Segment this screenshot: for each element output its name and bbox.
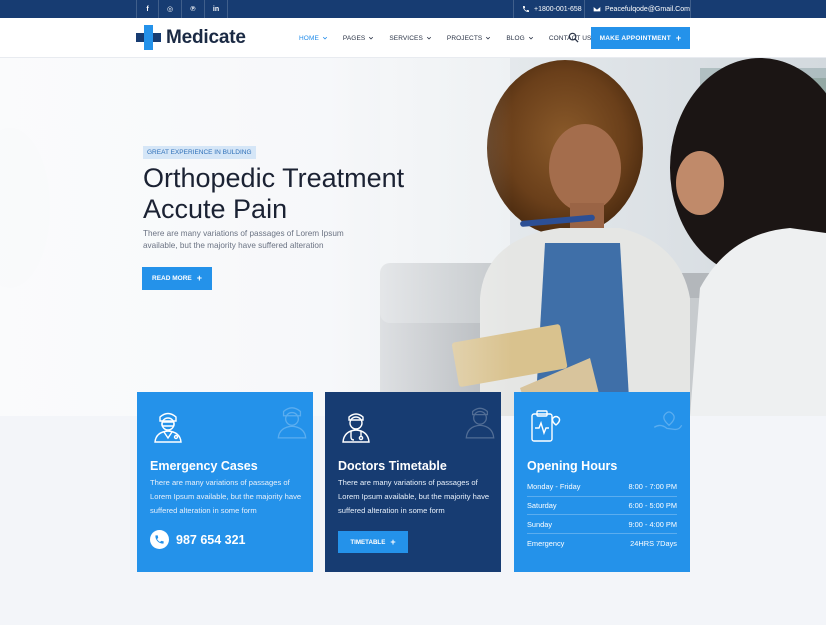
plus-icon: + (196, 273, 202, 283)
chevron-down-icon (486, 36, 491, 40)
chevron-down-icon (528, 36, 533, 40)
hours-day: Emergency (527, 538, 565, 548)
hours-day: Saturday (527, 501, 557, 511)
topbar-phone[interactable]: +1800-001-658 (522, 0, 582, 18)
hero-badge: GREAT EXPERIENCE IN BULDING (143, 146, 256, 159)
hero-title-line-1: Orthopedic Treatment (143, 163, 405, 193)
emergency-phone-number: 987 654 321 (176, 532, 246, 547)
emergency-card: Emergency Cases There are many variation… (137, 392, 313, 572)
topbar-email[interactable]: Peacefulqode@Gmail.Com (593, 0, 690, 18)
read-more-button[interactable]: READ MORE + (142, 267, 212, 290)
top-bar: f ◎ ℗ in +1800-001-658 Peacefulqode@Gmai… (0, 0, 826, 18)
hours-row: Emergency 24HRS 7Days (527, 534, 677, 553)
facebook-icon[interactable]: f (136, 0, 159, 18)
nav-item-label: PROJECTS (446, 34, 483, 42)
read-more-label: READ MORE (152, 275, 192, 282)
hours-day: Monday - Friday (527, 482, 581, 492)
hero-section: GREAT EXPERIENCE IN BULDING Orthopedic T… (0, 58, 826, 416)
topbar-email-text: Peacefulqode@Gmail.Com (605, 5, 690, 13)
opening-hours-card: Opening Hours Monday - Friday 8:00 - 7:0… (514, 392, 690, 572)
phone-icon (150, 530, 169, 549)
topbar-phone-text: +1800-001-658 (534, 5, 582, 13)
hero-title: Orthopedic Treatment Accute Pain (143, 163, 473, 225)
timetable-text: There are many variations of passages of… (338, 478, 490, 515)
main-nav: Medicate HOME PAGES SERVICES PROJECTS BL… (0, 18, 826, 58)
hours-time: 24HRS 7Days (630, 538, 677, 548)
opening-hours-title: Opening Hours (527, 459, 618, 473)
opening-hours-list: Monday - Friday 8:00 - 7:00 PM Saturday … (527, 478, 677, 553)
nav-item-projects[interactable]: PROJECTS (447, 35, 491, 42)
hours-time: 6:00 - 5:00 PM (628, 501, 677, 511)
heart-hand-ghost-icon (653, 411, 683, 431)
medical-clipboard-icon (531, 410, 561, 442)
instagram-icon[interactable]: ◎ (159, 0, 182, 18)
make-appointment-label: MAKE APPOINTMENT (599, 34, 671, 42)
doctor-icon (154, 412, 182, 443)
emergency-phone[interactable]: 987 654 321 (150, 530, 246, 549)
nav-item-label: PAGES (342, 34, 366, 42)
doctor-ghost-icon (277, 407, 307, 439)
hero-title-line-2: Accute Pain (143, 194, 288, 224)
plus-icon: + (390, 536, 396, 547)
nav-item-label: SERVICES (389, 34, 423, 42)
nav-item-services[interactable]: SERVICES (389, 35, 432, 42)
chevron-down-icon (322, 36, 327, 40)
nav-item-blog[interactable]: BLOG (506, 35, 533, 42)
emergency-title: Emergency Cases (150, 459, 258, 473)
phone-icon (523, 6, 529, 12)
chevron-down-icon (369, 36, 374, 40)
hero-description: There are many variations of passages of… (143, 229, 344, 250)
brand-name: Medicate (166, 26, 246, 48)
timetable-label: TIMETABLE (350, 538, 386, 546)
hours-time: 8:00 - 7:00 PM (628, 482, 677, 492)
nav-item-pages[interactable]: PAGES (343, 35, 374, 42)
nav-item-home[interactable]: HOME (299, 35, 328, 42)
linkedin-icon[interactable]: in (205, 0, 228, 18)
nav-menu: HOME PAGES SERVICES PROJECTS BLOG CONTAC… (299, 18, 592, 58)
hours-row: Monday - Friday 8:00 - 7:00 PM (527, 478, 677, 497)
timetable-button[interactable]: TIMETABLE + (338, 531, 408, 553)
make-appointment-button[interactable]: MAKE APPOINTMENT + (591, 27, 690, 49)
hours-time: 9:00 - 4:00 PM (628, 519, 677, 529)
emergency-text: There are many variations of passages of… (150, 478, 302, 515)
hours-row: Saturday 6:00 - 5:00 PM (527, 497, 677, 516)
doctor-ghost-icon (465, 407, 495, 439)
nav-item-label: HOME (299, 34, 319, 42)
doctor-stethoscope-icon (342, 413, 370, 443)
timetable-card: Doctors Timetable There are many variati… (325, 392, 501, 572)
brand-logo[interactable]: Medicate (136, 25, 246, 50)
nav-item-label: BLOG (506, 34, 525, 42)
hours-day: Sunday (527, 519, 553, 529)
mail-icon (593, 6, 601, 12)
plus-icon: + (675, 32, 682, 43)
timetable-title: Doctors Timetable (338, 459, 447, 473)
search-icon[interactable] (568, 32, 579, 43)
medical-cross-icon (136, 25, 161, 50)
hours-row: Sunday 9:00 - 4:00 PM (527, 515, 677, 535)
pinterest-icon[interactable]: ℗ (182, 0, 205, 18)
chevron-down-icon (426, 36, 431, 40)
hero-overlay (0, 58, 826, 416)
